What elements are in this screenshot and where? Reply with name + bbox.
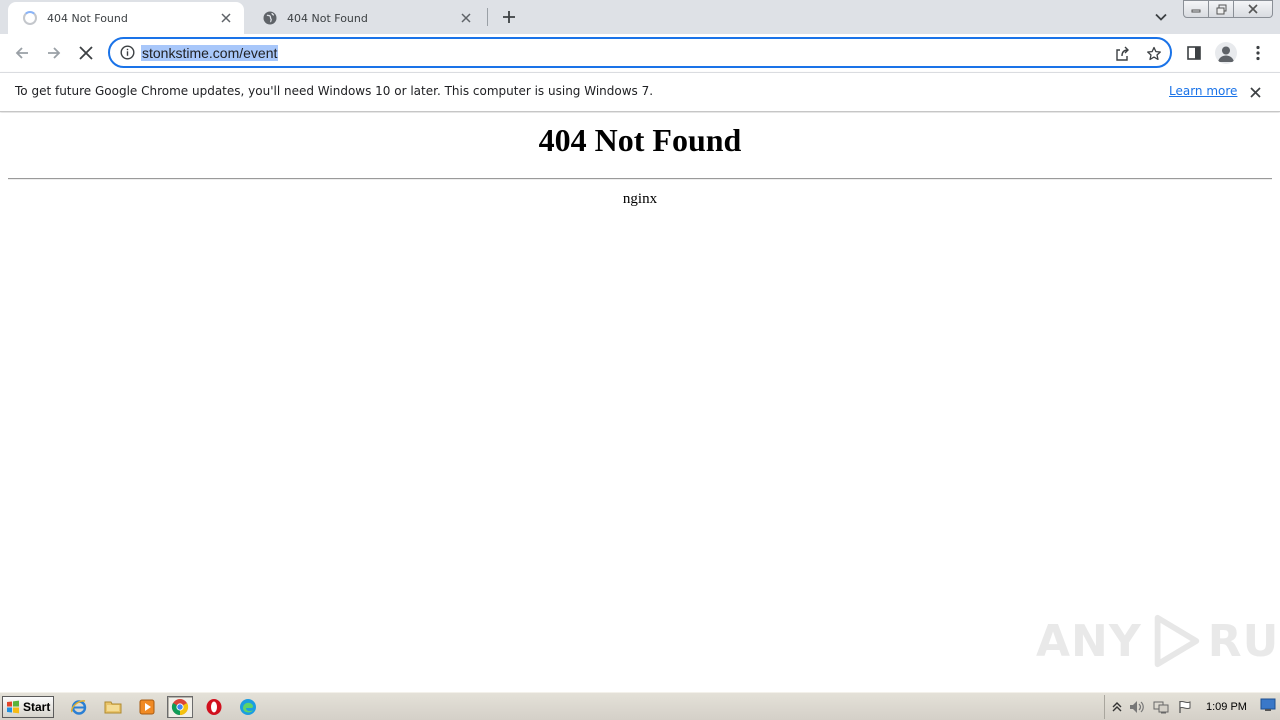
divider xyxy=(8,178,1272,180)
tab-title: 404 Not Found xyxy=(287,11,368,25)
close-icon xyxy=(1248,4,1258,14)
play-logo-icon xyxy=(1154,614,1199,668)
internet-explorer-icon xyxy=(70,700,87,715)
start-label: Start xyxy=(23,700,51,714)
opera-icon xyxy=(206,699,222,715)
tab-close-icon[interactable] xyxy=(458,10,474,26)
network-icon[interactable] xyxy=(1153,699,1169,715)
system-tray xyxy=(1104,695,1280,719)
show-desktop-icon[interactable] xyxy=(1260,698,1276,712)
address-bar[interactable]: stonkstime.com/event xyxy=(108,37,1172,68)
show-hidden-icons-icon[interactable] xyxy=(1109,699,1125,715)
page-content: 404 Not Found nginx ANY RUN xyxy=(0,113,1280,692)
volume-icon[interactable] xyxy=(1129,699,1145,715)
anyrun-watermark: ANY RUN xyxy=(1036,611,1280,671)
browser-toolbar: stonkstime.com/event xyxy=(0,34,1280,72)
windows-taskbar: Start 1:09 PM xyxy=(0,692,1280,720)
restore-icon xyxy=(1216,4,1226,14)
taskbar-file-explorer[interactable] xyxy=(100,696,126,718)
close-icon xyxy=(79,46,93,60)
tab-inactive[interactable]: 404 Not Found xyxy=(248,2,484,34)
tab-search-button[interactable] xyxy=(1151,7,1171,27)
side-panel-button[interactable] xyxy=(1180,39,1208,67)
watermark-left-text: ANY xyxy=(1036,615,1142,667)
tab-close-icon[interactable] xyxy=(218,10,234,26)
chevron-down-icon xyxy=(1155,13,1167,21)
taskbar-clock[interactable]: 1:09 PM xyxy=(1206,701,1247,713)
new-tab-button[interactable] xyxy=(497,5,521,29)
info-icon[interactable] xyxy=(119,44,136,61)
close-icon xyxy=(1249,86,1261,98)
globe-icon xyxy=(262,10,278,26)
minimize-icon xyxy=(1191,9,1201,13)
windows-logo-icon xyxy=(7,700,19,714)
plus-icon xyxy=(503,11,515,23)
loading-spinner-icon xyxy=(22,10,38,26)
minimize-button[interactable] xyxy=(1183,0,1209,18)
restore-button[interactable] xyxy=(1208,0,1234,18)
watermark-right-text: RUN xyxy=(1207,615,1280,667)
server-name: nginx xyxy=(622,191,658,207)
taskbar-chrome[interactable] xyxy=(167,696,193,718)
folder-icon xyxy=(104,701,122,714)
taskbar-opera[interactable] xyxy=(201,696,227,718)
infobar-close-button[interactable] xyxy=(1246,83,1264,101)
infobar-message: To get future Google Chrome updates, you… xyxy=(15,84,654,98)
arrow-right-icon xyxy=(48,47,61,59)
chrome-icon xyxy=(171,699,189,716)
window-close-button[interactable] xyxy=(1233,0,1273,18)
side-panel-icon xyxy=(1187,46,1201,60)
tab-strip: 404 Not Found 404 Not Found xyxy=(0,0,1280,34)
back-button[interactable] xyxy=(8,39,36,67)
taskbar-media-player[interactable] xyxy=(134,696,160,718)
avatar-icon xyxy=(1215,42,1237,64)
update-infobar: To get future Google Chrome updates, you… xyxy=(0,72,1280,112)
start-button[interactable]: Start xyxy=(2,696,54,718)
learn-more-link[interactable]: Learn more xyxy=(1169,84,1237,98)
tab-active[interactable]: 404 Not Found xyxy=(8,2,244,34)
arrow-left-icon xyxy=(15,47,28,59)
kebab-menu-icon xyxy=(1256,45,1260,61)
bookmark-star-icon[interactable] xyxy=(1144,44,1164,64)
tab-title: 404 Not Found xyxy=(47,11,128,25)
tab-separator xyxy=(487,8,488,26)
taskbar-internet-explorer[interactable] xyxy=(66,696,92,718)
forward-button[interactable] xyxy=(40,39,68,67)
page-heading: 404 Not Found xyxy=(538,122,742,158)
url-text[interactable]: stonkstime.com/event xyxy=(141,45,279,61)
profile-button[interactable] xyxy=(1212,39,1240,67)
action-center-flag-icon[interactable] xyxy=(1177,699,1193,715)
share-icon[interactable] xyxy=(1112,44,1132,64)
menu-button[interactable] xyxy=(1244,39,1272,67)
media-player-icon xyxy=(139,699,155,715)
stop-loading-button[interactable] xyxy=(72,39,100,67)
edge-icon xyxy=(240,699,256,715)
taskbar-edge[interactable] xyxy=(235,696,261,718)
